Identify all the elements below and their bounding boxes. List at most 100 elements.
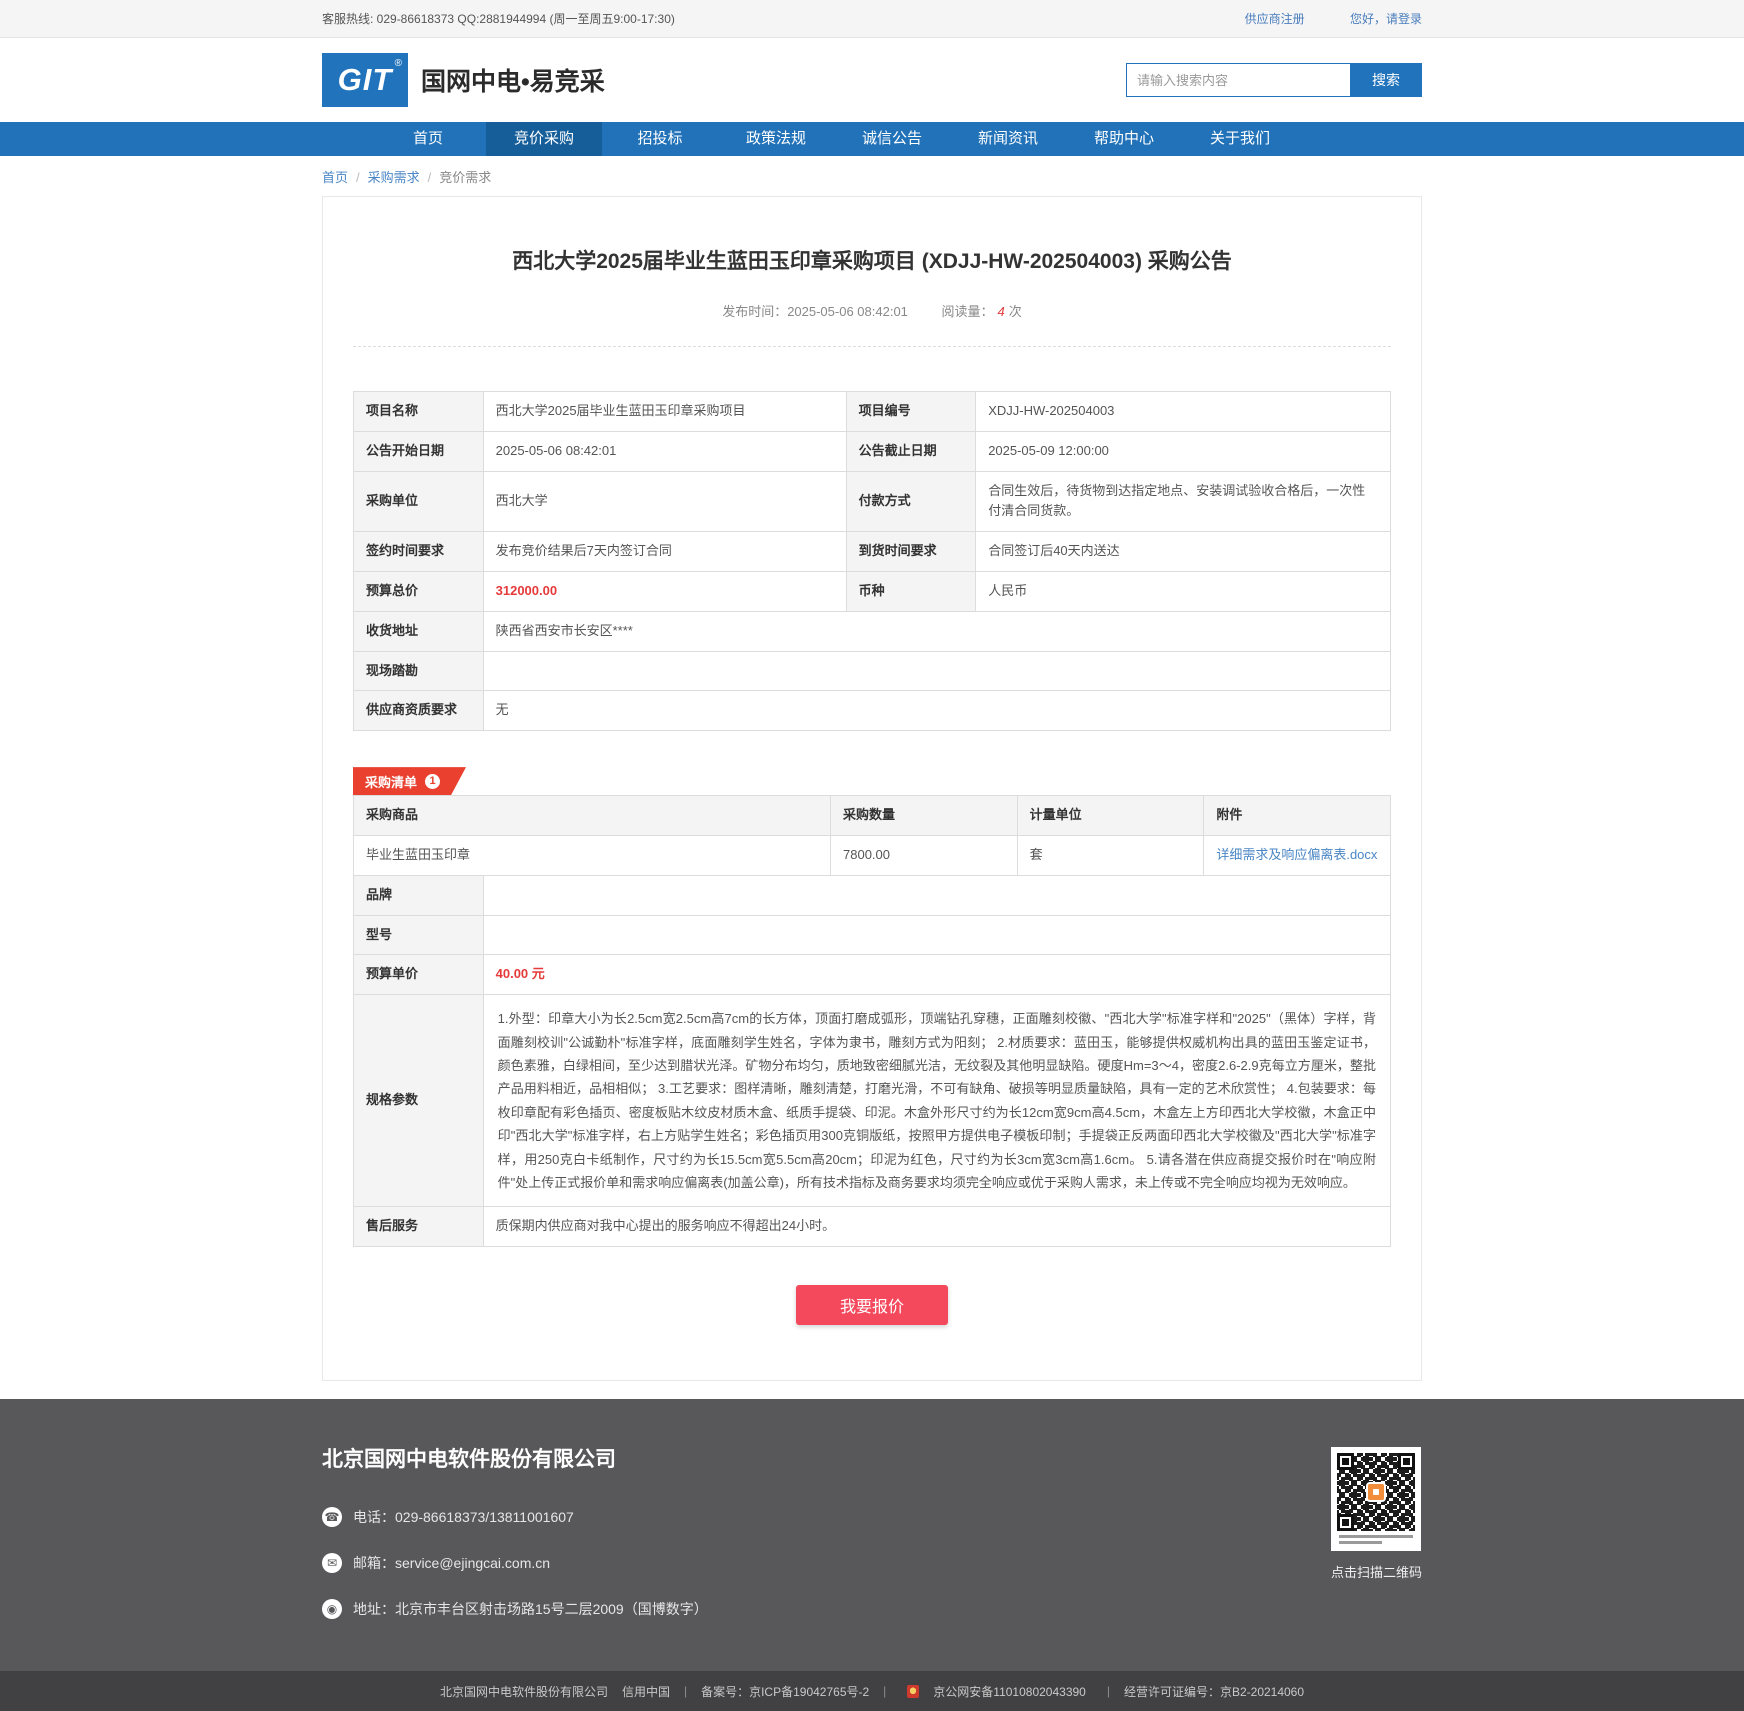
project-info-table: 项目名称 西北大学2025届毕业生蓝田玉印章采购项目 项目编号 XDJJ-HW-… (353, 391, 1391, 731)
item-count-badge: 1 (425, 774, 440, 789)
business-license-number: 经营许可证编号：京B2-20214060 (1124, 1683, 1304, 1700)
nav-item-tenders[interactable]: 招投标 (602, 122, 718, 156)
footer-phone-row: ☎ 电话：029-86618373/13811001607 (322, 1507, 708, 1527)
notice-card: 西北大学2025届毕业生蓝田玉印章采购项目 (XDJJ-HW-202504003… (322, 196, 1422, 1381)
submit-quote-button[interactable]: 我要报价 (796, 1285, 948, 1325)
specification-parameters: 1.外型：印章大小为长2.5cm宽2.5cm高7cm的长方体，顶面打磨成弧形，顶… (483, 995, 1390, 1207)
delivery-address: 陕西省西安市长安区**** (483, 611, 1390, 651)
qr-fine-print (1337, 1535, 1415, 1544)
table-row: 采购单位 西北大学 付款方式 合同生效后，待货物到达指定地点、安装调试验收合格后… (354, 471, 1391, 532)
qr-code-block: 点击扫描二维码 (1331, 1443, 1422, 1645)
item-quantity: 7800.00 (831, 835, 1018, 875)
table-row: 签约时间要求 发布竞价结果后7天内签订合同 到货时间要求 合同签订后40天内送达 (354, 532, 1391, 572)
delivery-time-requirement: 合同签订后40天内送达 (976, 532, 1391, 572)
topbar-links: 供应商注册 您好，请登录 (1203, 10, 1422, 27)
national-emblem-icon (907, 1685, 919, 1698)
qr-code[interactable] (1331, 1447, 1421, 1551)
model (483, 915, 1390, 955)
table-row: 收货地址 陕西省西安市长安区**** (354, 611, 1391, 651)
item-name: 毕业生蓝田玉印章 (354, 835, 831, 875)
breadcrumb: 首页/采购需求/竞价需求 (322, 156, 1422, 196)
registered-mark: ® (395, 58, 403, 69)
currency: 人民币 (976, 571, 1391, 611)
views-counter: 阅读量：4次 (942, 304, 1022, 319)
login-link[interactable]: 您好，请登录 (1350, 12, 1422, 26)
total-budget: 312000.00 (483, 571, 846, 611)
publish-time: 发布时间：2025-05-06 08:42:01 (722, 304, 908, 319)
payment-method: 合同生效后，待货物到达指定地点、安装调试验收合格后，一次性付清合同货款。 (976, 471, 1391, 532)
nav-item-integrity-notice[interactable]: 诚信公告 (834, 122, 950, 156)
footer: 北京国网中电软件股份有限公司 ☎ 电话：029-86618373/1381100… (0, 1399, 1744, 1671)
site-logo[interactable]: GIT ® 国网中电•易竞采 (322, 53, 605, 107)
logo-text: GIT (338, 62, 393, 98)
nav-item-news[interactable]: 新闻资讯 (950, 122, 1066, 156)
topbar: 客服热线: 029-86618373 QQ:2881944994 (周一至周五9… (0, 0, 1744, 38)
signing-time-requirement: 发布竞价结果后7天内签订合同 (483, 532, 846, 572)
qr-center-logo-icon (1366, 1482, 1386, 1502)
copyright-bar: 北京国网中电软件股份有限公司 信用中国 | 备案号：京ICP备19042765号… (0, 1671, 1744, 1711)
after-sales-service: 质保期内供应商对我中心提出的服务响应不得超出24小时。 (483, 1207, 1390, 1247)
notice-end-date: 2025-05-09 12:00:00 (976, 431, 1391, 471)
supplier-register-link[interactable]: 供应商注册 (1245, 12, 1305, 26)
mail-icon: ✉ (322, 1553, 342, 1573)
qr-caption: 点击扫描二维码 (1331, 1562, 1422, 1581)
breadcrumb-current: 竞价需求 (439, 170, 491, 185)
table-row: 型号 (354, 915, 1391, 955)
phone-icon: ☎ (322, 1507, 342, 1527)
table-row: 规格参数 1.外型：印章大小为长2.5cm宽2.5cm高7cm的长方体，顶面打磨… (354, 995, 1391, 1207)
table-row: 供应商资质要求 无 (354, 691, 1391, 731)
purchaser: 西北大学 (483, 471, 846, 532)
search-input[interactable] (1126, 63, 1350, 97)
purchase-items-table: 采购商品 采购数量 计量单位 附件 毕业生蓝田玉印章 7800.00 套 详细需… (353, 795, 1391, 876)
nav-item-bidding-purchase[interactable]: 竞价采购 (486, 122, 602, 156)
breadcrumb-home[interactable]: 首页 (322, 170, 348, 185)
site-header: GIT ® 国网中电•易竞采 搜索 (322, 38, 1422, 122)
supplier-qualification: 无 (483, 691, 1390, 731)
copyright-company: 北京国网中电软件股份有限公司 (440, 1683, 608, 1700)
hotline-text: 客服热线: 029-86618373 QQ:2881944994 (周一至周五9… (322, 10, 675, 27)
footer-email: 邮箱：service@ejingcai.com.cn (353, 1553, 550, 1573)
brand (483, 875, 1390, 915)
icp-number: 备案号：京ICP备19042765号-2 (701, 1683, 869, 1700)
footer-phone: 电话：029-86618373/13811001607 (353, 1507, 574, 1527)
footer-address: 地址：北京市丰台区射击场路15号二层2009（国博数字） (353, 1599, 708, 1619)
main-nav: 首页 竞价采购 招投标 政策法规 诚信公告 新闻资讯 帮助中心 关于我们 (0, 122, 1744, 156)
table-row: 现场踏勘 (354, 651, 1391, 691)
nav-item-home[interactable]: 首页 (370, 122, 486, 156)
table-row: 公告开始日期 2025-05-06 08:42:01 公告截止日期 2025-0… (354, 431, 1391, 471)
location-icon: ◉ (322, 1599, 342, 1619)
page-title: 西北大学2025届毕业生蓝田玉印章采购项目 (XDJJ-HW-202504003… (353, 245, 1391, 275)
table-row: 售后服务 质保期内供应商对我中心提出的服务响应不得超出24小时。 (354, 1207, 1391, 1247)
police-record-link[interactable]: 京公网安备11010802043390 (900, 1683, 1093, 1700)
site-title: 国网中电•易竞采 (421, 62, 605, 98)
breadcrumb-purchase-demand[interactable]: 采购需求 (368, 170, 420, 185)
table-row: 预算总价 312000.00 币种 人民币 (354, 571, 1391, 611)
search-bar: 搜索 (1126, 63, 1422, 97)
table-row: 预算单价 40.00 元 (354, 955, 1391, 995)
table-row: 毕业生蓝田玉印章 7800.00 套 详细需求及响应偏离表.docx (354, 835, 1391, 875)
item-detail-table: 品牌 型号 预算单价 40.00 元 规格参数 1.外型：印章大小为长2.5cm… (353, 875, 1391, 1247)
purchase-list-tab: 采购清单 1 (353, 767, 466, 795)
nav-item-policies[interactable]: 政策法规 (718, 122, 834, 156)
site-survey (483, 651, 1390, 691)
table-header-row: 采购商品 采购数量 计量单位 附件 (354, 796, 1391, 836)
credit-china-link[interactable]: 信用中国 (622, 1683, 670, 1700)
project-number: XDJJ-HW-202504003 (976, 392, 1391, 432)
search-button[interactable]: 搜索 (1350, 63, 1422, 97)
footer-email-row: ✉ 邮箱：service@ejingcai.com.cn (322, 1553, 708, 1573)
footer-address-row: ◉ 地址：北京市丰台区射击场路15号二层2009（国博数字） (322, 1599, 708, 1619)
item-unit: 套 (1017, 835, 1204, 875)
logo-icon: GIT ® (322, 53, 408, 107)
footer-company-name: 北京国网中电软件股份有限公司 (322, 1443, 708, 1473)
table-row: 项目名称 西北大学2025届毕业生蓝田玉印章采购项目 项目编号 XDJJ-HW-… (354, 392, 1391, 432)
notice-meta: 发布时间：2025-05-06 08:42:01 阅读量：4次 (353, 301, 1391, 347)
nav-item-about-us[interactable]: 关于我们 (1182, 122, 1298, 156)
nav-item-help-center[interactable]: 帮助中心 (1066, 122, 1182, 156)
breadcrumb-separator: / (428, 170, 432, 185)
attachment-link[interactable]: 详细需求及响应偏离表.docx (1216, 847, 1377, 862)
views-count: 4 (998, 304, 1005, 319)
unit-budget-price: 40.00 元 (483, 955, 1390, 995)
qr-pattern (1337, 1453, 1415, 1531)
notice-start-date: 2025-05-06 08:42:01 (483, 431, 846, 471)
project-name: 西北大学2025届毕业生蓝田玉印章采购项目 (483, 392, 846, 432)
